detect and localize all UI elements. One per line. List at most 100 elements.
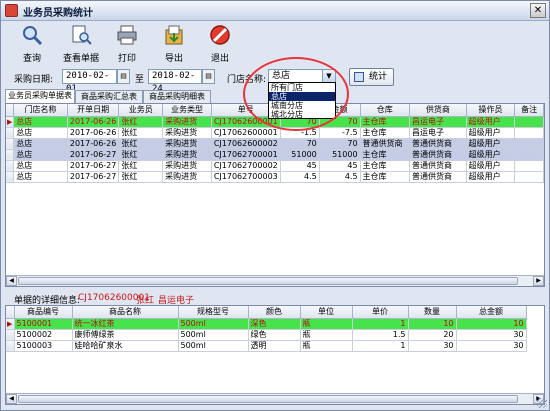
table-cell: 70 bbox=[280, 138, 320, 150]
column-header[interactable]: 操作员 bbox=[466, 104, 516, 117]
table-cell: 45 bbox=[319, 160, 361, 172]
table-cell: 康师傅绿茶 bbox=[72, 329, 179, 341]
column-header[interactable]: 总金额 bbox=[456, 306, 527, 319]
column-header[interactable]: 供货商 bbox=[409, 104, 467, 117]
toolbar: 查询 查看单据 打印 导出 退出 bbox=[1, 21, 549, 65]
detail-horizontal-scrollbar[interactable]: ◀ ▶ bbox=[6, 393, 544, 404]
table-cell: 5100003 bbox=[14, 340, 73, 352]
table-cell: 2017-06-26 bbox=[67, 116, 120, 128]
column-header[interactable]: 备注 bbox=[514, 104, 544, 117]
table-row[interactable]: ▶ 5100001 统一冰红茶 500ml 深色瓶 1 10 10 bbox=[6, 318, 527, 330]
table-cell: 总店 bbox=[13, 171, 68, 183]
table-cell: -1.5 bbox=[280, 127, 320, 139]
date-to-field[interactable]: 2018-02-24 bbox=[148, 69, 202, 94]
store-option[interactable]: 所有门店 bbox=[269, 83, 335, 92]
store-select-value: 总店 bbox=[272, 71, 291, 81]
table-cell: 张红 bbox=[118, 116, 164, 128]
stat-button[interactable]: 统计 bbox=[349, 68, 394, 86]
table-cell: 总店 bbox=[13, 160, 68, 172]
table-cell: 采购进货 bbox=[162, 138, 212, 150]
stat-icon bbox=[354, 72, 364, 82]
close-button[interactable]: ✕ bbox=[530, 3, 546, 18]
table-row[interactable]: 总店 2017-06-27 张红 采购进货 CJ17062700003 4.5 4.5 主仓库… bbox=[6, 171, 544, 183]
tab-salesman-purchase-docs[interactable]: 业务员采购单据表 bbox=[5, 89, 75, 103]
export-button[interactable]: 导出 bbox=[149, 24, 199, 64]
table-row[interactable]: 5100002 康师傅绿茶 500ml 绿色瓶 1.5 20 30 bbox=[6, 329, 527, 341]
title-bar: 业务员采购统计 ✕ bbox=[1, 1, 549, 21]
column-header[interactable]: 开单日期 bbox=[67, 104, 120, 117]
table-cell: 30 bbox=[456, 329, 527, 341]
export-icon bbox=[165, 25, 183, 45]
table-row[interactable]: 总店 2017-06-27 张红 采购进货 CJ17062700001 51000 5100… bbox=[6, 149, 544, 161]
date-from-calendar-button[interactable]: ▤ bbox=[117, 69, 130, 84]
export-label: 导出 bbox=[164, 54, 183, 64]
table-cell: 2017-06-26 bbox=[67, 127, 120, 139]
table-cell: 娃哈哈矿泉水 bbox=[72, 340, 179, 352]
column-header[interactable]: 商品名称 bbox=[72, 306, 179, 319]
table-cell: 20 bbox=[408, 329, 457, 341]
table-cell: CJ17062700001 bbox=[211, 149, 281, 161]
column-header[interactable]: 规格型号 bbox=[178, 306, 249, 319]
store-option-selected[interactable]: 总店 bbox=[269, 92, 335, 101]
date-to-calendar-button[interactable]: ▤ bbox=[202, 69, 215, 84]
table-cell: 采购进货 bbox=[162, 171, 212, 183]
column-header[interactable]: 单位 bbox=[300, 306, 353, 319]
table-cell: 总店 bbox=[13, 116, 68, 128]
table-cell: 超级用户 bbox=[466, 116, 516, 128]
detail-table: 商品编号 商品名称 规格型号 颜色 单位 单价 数量 总金额 ▶ 5100001 统… bbox=[6, 306, 527, 352]
table-row[interactable]: 总店 2017-06-26 张红 采购进货 CJ17062600002 70 70 普通供货商… bbox=[6, 138, 544, 150]
query-button[interactable]: 查询 bbox=[7, 24, 57, 64]
row-indicator bbox=[6, 138, 15, 150]
current-row-arrow-icon: ▶ bbox=[6, 116, 15, 128]
tab-product-purchase-detail[interactable]: 商品采购明细表 bbox=[143, 90, 211, 103]
table-cell: 30 bbox=[456, 340, 527, 352]
scroll-left-icon[interactable]: ◀ bbox=[6, 394, 17, 404]
store-dropdown-list: 所有门店 总店 城南分店 城北分店 bbox=[268, 82, 336, 119]
table-row[interactable]: 5100003 娃哈哈矿泉水 500ml 透明瓶 1 30 30 bbox=[6, 340, 527, 352]
main-horizontal-scrollbar[interactable]: ◀ ▶ bbox=[6, 275, 544, 286]
table-cell: 2017-06-27 bbox=[67, 149, 120, 161]
row-indicator bbox=[6, 329, 15, 341]
exit-button[interactable]: 退出 bbox=[195, 24, 245, 64]
view-document-icon bbox=[72, 25, 92, 45]
table-cell: 2017-06-27 bbox=[67, 160, 120, 172]
stop-icon bbox=[210, 25, 230, 45]
column-header[interactable]: 业务员 bbox=[118, 104, 164, 117]
print-button[interactable]: 打印 bbox=[102, 24, 152, 64]
table-cell bbox=[514, 116, 544, 128]
scroll-thumb[interactable] bbox=[18, 277, 518, 285]
scroll-left-icon[interactable]: ◀ bbox=[6, 276, 17, 286]
date-label: 采购日期: bbox=[14, 75, 54, 85]
table-cell: 30 bbox=[408, 340, 457, 352]
resize-grip[interactable] bbox=[537, 398, 547, 408]
scroll-right-icon[interactable]: ▶ bbox=[533, 276, 544, 286]
table-row[interactable]: 总店 2017-06-26 张红 采购进货 CJ17062600001 -1.5 -7.5 主… bbox=[6, 127, 544, 139]
column-header[interactable]: 商品编号 bbox=[14, 306, 73, 319]
scroll-thumb[interactable] bbox=[18, 395, 518, 403]
column-header[interactable]: 业务类型 bbox=[162, 104, 212, 117]
column-header[interactable]: 数量 bbox=[408, 306, 457, 319]
table-cell: 500ml bbox=[178, 318, 249, 330]
table-cell: 张红 bbox=[118, 160, 164, 172]
table-cell: 普通供货商 bbox=[409, 160, 467, 172]
column-header[interactable]: 颜色 bbox=[248, 306, 301, 319]
table-cell: 4.5 bbox=[319, 171, 361, 183]
table-cell: 70 bbox=[319, 138, 361, 150]
view-doc-button[interactable]: 查看单据 bbox=[56, 24, 106, 64]
store-option[interactable]: 城南分店 bbox=[269, 101, 335, 110]
date-from-field[interactable]: 2010-02-01 bbox=[62, 69, 117, 94]
header-indicator bbox=[6, 104, 15, 117]
column-header[interactable]: 仓库 bbox=[360, 104, 411, 117]
table-cell: 瓶 bbox=[300, 318, 353, 330]
column-header[interactable]: 门店名称 bbox=[13, 104, 68, 117]
view-doc-label: 查看单据 bbox=[62, 54, 99, 64]
table-cell: 主仓库 bbox=[360, 171, 411, 183]
table-cell: 普通供货商 bbox=[409, 138, 467, 150]
table-row[interactable]: 总店 2017-06-27 张红 采购进货 CJ17062700002 45 45 主仓库 普通… bbox=[6, 160, 544, 172]
store-option[interactable]: 城北分店 bbox=[269, 110, 335, 119]
column-header[interactable]: 单价 bbox=[352, 306, 409, 319]
table-cell bbox=[514, 138, 544, 150]
tab-product-purchase-summary[interactable]: 商品采购汇总表 bbox=[75, 90, 143, 103]
magnifier-icon bbox=[23, 26, 43, 46]
table-cell: 昌运电子 bbox=[409, 116, 467, 128]
